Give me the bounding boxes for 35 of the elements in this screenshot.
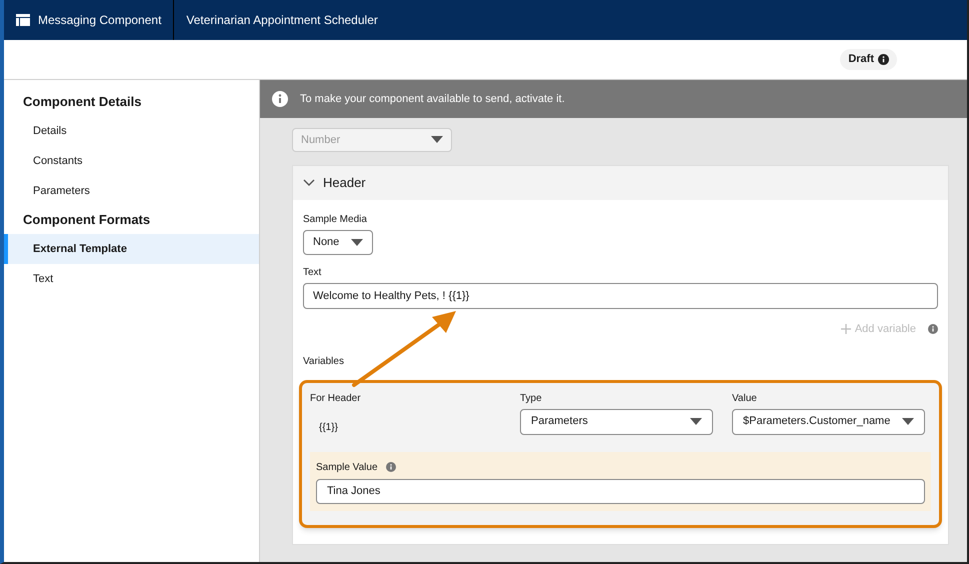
sidebar-heading: Component Formats	[22, 211, 152, 230]
sidebar-item[interactable]: Text	[4, 264, 259, 294]
sidebar-item[interactable]: Details	[4, 116, 259, 146]
sidebar-item[interactable]: Parameters	[4, 176, 259, 206]
field-label: Sample Value	[316, 460, 378, 474]
info-icon	[878, 54, 889, 65]
banner-text: To make your component available to send, activate it.	[300, 92, 565, 107]
field-label: Sample Media	[303, 213, 368, 227]
caret-down-icon	[431, 136, 443, 144]
caret-down-icon	[902, 418, 914, 426]
field-label: For Header	[310, 392, 362, 406]
caret-down-icon	[351, 238, 363, 246]
sidebar-item[interactable]: Constants	[4, 146, 259, 176]
field-label: Type	[520, 392, 543, 406]
app-icon	[16, 14, 30, 26]
text-input[interactable]: Welcome to Healthy Pets, ! {{1}}	[303, 283, 938, 309]
caret-down-icon	[690, 418, 702, 426]
plus-icon	[840, 324, 851, 334]
info-icon	[386, 462, 396, 472]
app-title: Messaging Component	[38, 12, 162, 29]
field-label: Text	[303, 266, 322, 280]
media-select[interactable]: None	[303, 230, 373, 255]
value-select[interactable]: $Parameters.Customer_name	[732, 408, 925, 434]
variable-token: {{1}}	[318, 420, 339, 434]
sample-value-input[interactable]: Tina Jones	[316, 478, 925, 504]
field-label: Value	[732, 392, 758, 406]
info-icon	[272, 91, 288, 107]
type-select[interactable]: Parameters	[520, 408, 713, 434]
section-header[interactable]: Header	[293, 166, 948, 200]
info-icon	[928, 324, 938, 334]
record-tab[interactable]: Veterinarian Appointment Scheduler	[174, 11, 378, 29]
status-text: Draft	[848, 52, 874, 68]
sidebar-heading: Component Details	[22, 93, 142, 112]
variables-label: Variables	[303, 354, 345, 368]
sidebar-item[interactable]: External Template	[4, 234, 259, 264]
